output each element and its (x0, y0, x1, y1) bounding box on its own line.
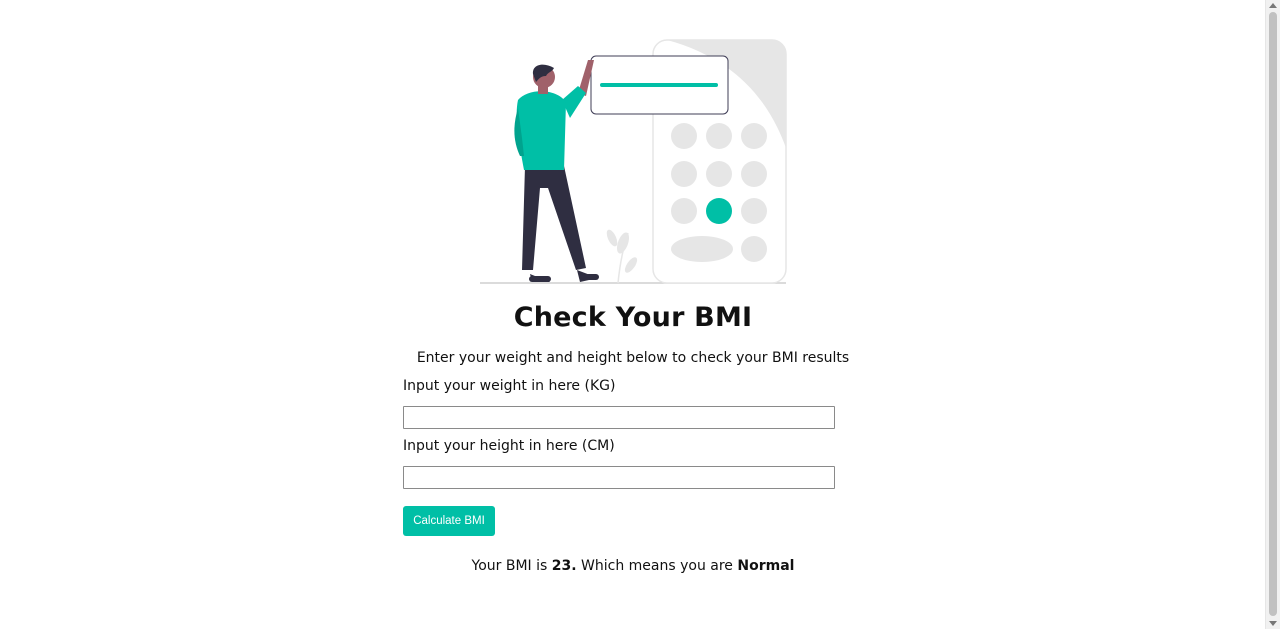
calculate-bmi-button[interactable]: Calculate BMI (403, 506, 495, 536)
result-prefix: Your BMI is (471, 558, 552, 574)
bmi-category: Normal (737, 558, 795, 574)
bmi-result: Your BMI is 23. Which means you are Norm… (403, 558, 863, 574)
person-figure (514, 60, 599, 282)
bmi-value: 23. (551, 558, 577, 574)
weight-input[interactable] (403, 406, 835, 429)
scroll-up-arrow-icon[interactable] (1269, 3, 1277, 8)
plant-icon (606, 229, 638, 284)
height-input[interactable] (403, 466, 835, 489)
calculator-person-illustration (480, 39, 787, 284)
height-label: Input your height in here (CM) (403, 438, 615, 454)
page-title: Check Your BMI (513, 302, 753, 333)
weight-label: Input your weight in here (KG) (403, 378, 616, 394)
vertical-scrollbar[interactable] (1265, 0, 1280, 629)
scroll-down-arrow-icon[interactable] (1269, 621, 1277, 626)
page: Check Your BMI Enter your weight and hei… (0, 0, 1280, 629)
page-subtitle: Enter your weight and height below to ch… (416, 350, 850, 366)
scrollbar-thumb[interactable] (1269, 12, 1277, 616)
result-middle: Which means you are (576, 558, 738, 574)
